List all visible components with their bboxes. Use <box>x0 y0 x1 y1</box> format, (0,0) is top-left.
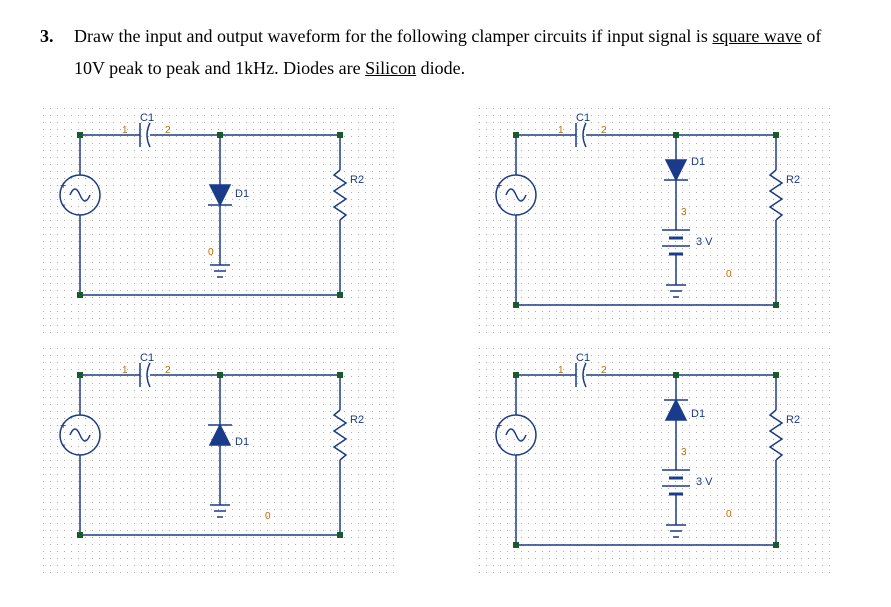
src-minus-a: - <box>62 199 66 211</box>
label-d1-b: D1 <box>691 156 705 168</box>
question-text: Draw the input and output waveform for t… <box>74 20 851 85</box>
label-r2-a: R2 <box>350 174 364 186</box>
node2-a: 2 <box>165 125 171 136</box>
label-d1-c: D1 <box>235 436 249 448</box>
node1-a: 1 <box>122 125 128 136</box>
circuit-b: C1 D1 R2 3 V 1 2 3 0 + - <box>476 105 836 335</box>
label-r2-d: R2 <box>786 414 800 426</box>
question-block: 3. Draw the input and output waveform fo… <box>40 20 851 85</box>
node0-a: 0 <box>208 247 214 258</box>
label-c1-a: C1 <box>140 112 154 124</box>
node1-c: 1 <box>122 365 128 376</box>
node0-d: 0 <box>726 509 732 520</box>
circuit-a: C1 D1 R2 1 2 0 + - <box>40 105 400 335</box>
circuit-d: C1 D1 R2 3 V 1 2 3 0 + - <box>476 345 836 575</box>
label-batt-d: 3 V <box>696 476 713 488</box>
label-c1-c: C1 <box>140 352 154 364</box>
label-c1-b: C1 <box>576 112 590 124</box>
circuit-c: C1 D1 R2 1 2 0 + - <box>40 345 400 575</box>
label-c1-d: C1 <box>576 352 590 364</box>
node2-d: 2 <box>601 365 607 376</box>
node3-d: 3 <box>681 447 687 458</box>
qtext-underline2: Silicon <box>365 58 416 78</box>
src-minus-b: - <box>498 199 502 211</box>
node0-b: 0 <box>726 269 732 280</box>
qtext-underline1: square wave <box>712 26 801 46</box>
src-plus-a: + <box>60 180 66 192</box>
src-minus-c: - <box>62 439 66 451</box>
src-plus-b: + <box>496 180 502 192</box>
node2-c: 2 <box>165 365 171 376</box>
node1-d: 1 <box>558 365 564 376</box>
node2-b: 2 <box>601 125 607 136</box>
qtext-part1: Draw the input and output waveform for t… <box>74 26 712 46</box>
circuits-grid: C1 D1 R2 1 2 0 + - <box>40 105 851 575</box>
label-d1-a: D1 <box>235 188 249 200</box>
question-number: 3. <box>40 20 64 85</box>
label-r2-b: R2 <box>786 174 800 186</box>
node3-b: 3 <box>681 207 687 218</box>
qtext-part3: diode. <box>416 58 465 78</box>
node0-c: 0 <box>265 511 271 522</box>
label-batt-b: 3 V <box>696 236 713 248</box>
src-plus-d: + <box>496 420 502 432</box>
src-plus-c: + <box>60 420 66 432</box>
src-minus-d: - <box>498 439 502 451</box>
label-r2-c: R2 <box>350 414 364 426</box>
label-d1-d: D1 <box>691 408 705 420</box>
node1-b: 1 <box>558 125 564 136</box>
